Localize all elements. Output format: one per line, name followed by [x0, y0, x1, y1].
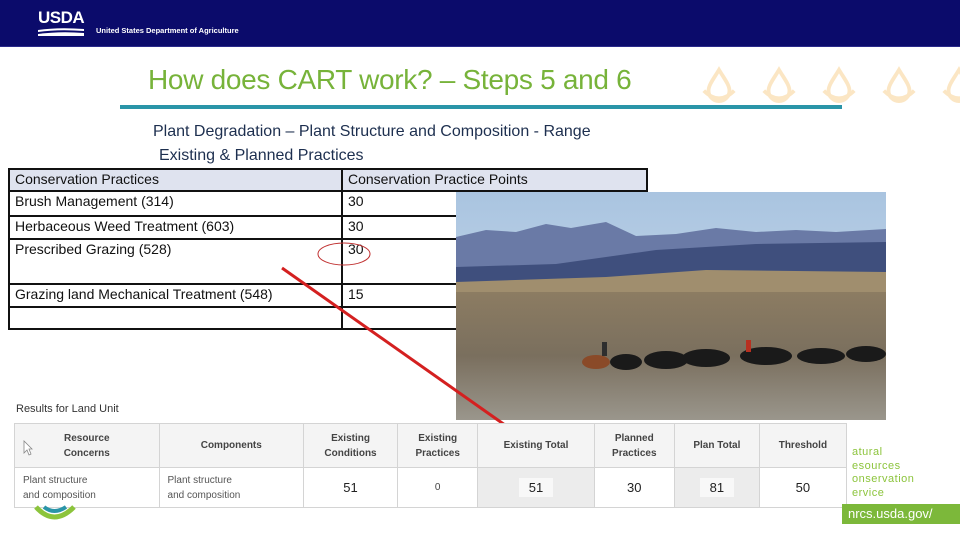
- header-existing-conditions[interactable]: Existing Conditions: [303, 423, 399, 468]
- results-table: Resource Concerns Components Existing Cond…: [14, 423, 848, 508]
- practice-name: Grazing land Mechanical Treatment (548): [8, 283, 343, 308]
- nrcs-logo-icon: [34, 505, 76, 520]
- table-header-row: Conservation Practices Conservation Prac…: [8, 168, 648, 192]
- department-name: United States Department of Agriculture: [96, 26, 239, 35]
- header-existing-practices[interactable]: Existing Practices: [397, 423, 479, 468]
- existing-total-value: 51: [518, 478, 554, 497]
- rangeland-cattle-photo: [456, 192, 886, 420]
- practice-name: Herbaceous Weed Treatment (603): [8, 215, 343, 240]
- existing-practices-value: 0: [397, 467, 479, 508]
- column-header: Conservation Practices: [8, 168, 343, 192]
- decorative-drops: [700, 66, 960, 104]
- nrcs-agency-name: atural esources onservation ervice: [852, 446, 915, 499]
- header-plan-total[interactable]: Plan Total: [673, 423, 760, 468]
- nrcs-url[interactable]: nrcs.usda.gov/: [842, 504, 960, 524]
- usda-logo-text: USDA: [38, 8, 85, 27]
- drop-icon: [762, 66, 796, 103]
- slide-subheading: Existing & Planned Practices: [159, 147, 364, 164]
- practice-name: [8, 306, 343, 330]
- usda-logo: USDA: [38, 9, 86, 37]
- header-components[interactable]: Components: [158, 423, 305, 468]
- plan-total-cell: 81: [673, 467, 760, 508]
- practice-name: Brush Management (314): [8, 190, 343, 217]
- drop-icon: [882, 66, 916, 103]
- drop-icon: [942, 66, 960, 103]
- existing-conditions-value: 51: [303, 467, 399, 508]
- existing-total-cell: 51: [477, 467, 595, 508]
- header-resource-concerns[interactable]: Resource Concerns: [14, 423, 160, 468]
- threshold-value: 50: [758, 467, 848, 508]
- mouse-cursor-icon: [23, 440, 33, 456]
- plan-total-value: 81: [699, 478, 735, 497]
- header-planned-practices[interactable]: Planned Practices: [593, 423, 675, 468]
- landscape-image: [456, 192, 886, 420]
- usda-header-bar: USDA United States Department of Agricul…: [0, 0, 960, 47]
- usda-swoosh-icon: [38, 28, 84, 36]
- resource-concern-cell: Plant structure and composition: [14, 467, 160, 508]
- header-existing-total[interactable]: Existing Total: [477, 423, 595, 468]
- table-row: Plant structure and composition Plant str…: [14, 467, 848, 508]
- drop-icon: [702, 66, 736, 103]
- header-threshold[interactable]: Threshold: [758, 423, 848, 468]
- planned-practices-value: 30: [593, 467, 675, 508]
- practice-name: Prescribed Grazing (528): [8, 238, 343, 285]
- slide-title: How does CART work? – Steps 5 and 6: [148, 64, 632, 95]
- component-cell: Plant structure and composition: [158, 467, 305, 508]
- column-header: Conservation Practice Points: [341, 168, 648, 192]
- results-header-row: Resource Concerns Components Existing Cond…: [14, 423, 848, 468]
- title-underline: [120, 105, 842, 109]
- results-label: Results for Land Unit: [16, 403, 119, 415]
- drop-icon: [822, 66, 856, 103]
- slide-subtitle: Plant Degradation – Plant Structure and …: [153, 123, 591, 140]
